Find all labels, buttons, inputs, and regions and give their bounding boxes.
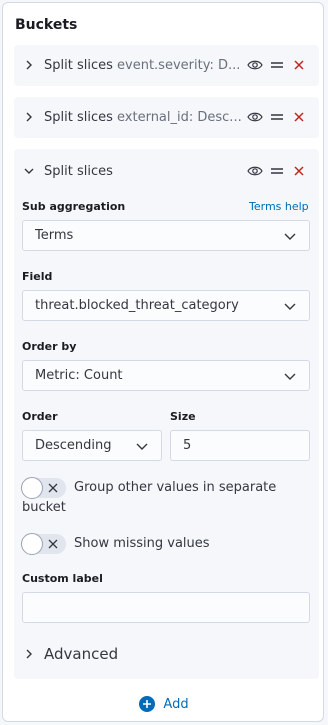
chevron-right-icon[interactable] bbox=[14, 111, 44, 123]
plus-circle-icon bbox=[139, 696, 156, 712]
chevron-down-icon[interactable] bbox=[14, 165, 44, 177]
chevron-down-icon bbox=[284, 303, 296, 310]
order-select[interactable]: Descending bbox=[22, 430, 162, 461]
toggle-off-icon bbox=[48, 539, 58, 549]
size-input[interactable]: 5 bbox=[170, 430, 310, 461]
order-by-label: Order by bbox=[22, 340, 77, 353]
size-value: 5 bbox=[183, 438, 192, 453]
show-missing-label: Show missing values bbox=[74, 536, 210, 551]
terms-help-link[interactable]: Terms help bbox=[249, 200, 309, 213]
custom-label-label: Custom label bbox=[22, 572, 103, 585]
toggle-knob bbox=[21, 533, 43, 555]
panel-title: Buckets bbox=[15, 17, 78, 33]
eye-icon[interactable] bbox=[247, 109, 263, 125]
add-button[interactable]: Add bbox=[3, 696, 325, 712]
drag-handle-icon[interactable] bbox=[269, 109, 285, 125]
bucket-1-type: Split slices bbox=[44, 57, 113, 73]
bucket-3-type: Split slices bbox=[44, 163, 113, 179]
bucket-3-actions bbox=[243, 163, 319, 179]
chevron-right-icon[interactable] bbox=[14, 59, 44, 71]
chevron-down-icon bbox=[284, 373, 296, 380]
remove-icon[interactable] bbox=[291, 109, 307, 125]
field-value: threat.blocked_threat_category bbox=[35, 298, 239, 313]
bucket-2-label: Split slices external_id: Desc... bbox=[44, 110, 243, 125]
chevron-down-icon bbox=[136, 443, 148, 450]
custom-label-input[interactable] bbox=[22, 592, 310, 623]
show-missing-toggle[interactable] bbox=[21, 533, 66, 555]
size-label: Size bbox=[170, 410, 196, 423]
drag-handle-icon[interactable] bbox=[269, 163, 285, 179]
eye-icon[interactable] bbox=[247, 57, 263, 73]
bucket-1-actions bbox=[243, 57, 319, 73]
bucket-2-type: Split slices bbox=[44, 109, 113, 125]
sub-aggregation-value: Terms bbox=[35, 228, 74, 243]
sub-aggregation-label: Sub aggregation bbox=[22, 200, 126, 213]
bucket-1-desc: event.severity: D... bbox=[117, 57, 241, 73]
advanced-label: Advanced bbox=[44, 645, 119, 663]
bucket-3-label: Split slices bbox=[44, 164, 243, 179]
chevron-down-icon bbox=[284, 233, 296, 240]
bucket-2-actions bbox=[243, 109, 319, 125]
chevron-right-icon bbox=[14, 648, 44, 660]
bucket-2-header[interactable]: Split slices external_id: Desc... bbox=[14, 97, 319, 137]
bucket-2-desc: external_id: Desc... bbox=[117, 109, 242, 125]
remove-icon[interactable] bbox=[291, 57, 307, 73]
group-other-label: Group other values in separate bucket bbox=[22, 478, 292, 518]
bucket-1-header[interactable]: Split slices event.severity: D... bbox=[14, 45, 319, 85]
buckets-panel: Buckets Split slices event.severity: D..… bbox=[2, 2, 324, 722]
add-label: Add bbox=[163, 696, 189, 712]
order-by-value: Metric: Count bbox=[35, 368, 123, 383]
advanced-toggle[interactable]: Advanced bbox=[14, 634, 319, 674]
order-value: Descending bbox=[35, 438, 112, 453]
group-other-text: Group other values in separate bucket bbox=[22, 480, 277, 515]
bucket-1: Split slices event.severity: D... bbox=[14, 45, 319, 86]
sub-aggregation-select[interactable]: Terms bbox=[22, 220, 310, 251]
field-label: Field bbox=[22, 270, 53, 283]
bucket-2: Split slices external_id: Desc... bbox=[14, 97, 319, 138]
remove-icon[interactable] bbox=[291, 163, 307, 179]
bucket-3-header[interactable]: Split slices bbox=[14, 151, 319, 191]
field-select[interactable]: threat.blocked_threat_category bbox=[22, 290, 310, 321]
order-label: Order bbox=[22, 410, 58, 423]
bucket-1-label: Split slices event.severity: D... bbox=[44, 58, 243, 73]
drag-handle-icon[interactable] bbox=[269, 57, 285, 73]
eye-icon[interactable] bbox=[247, 163, 263, 179]
order-by-select[interactable]: Metric: Count bbox=[22, 360, 310, 391]
